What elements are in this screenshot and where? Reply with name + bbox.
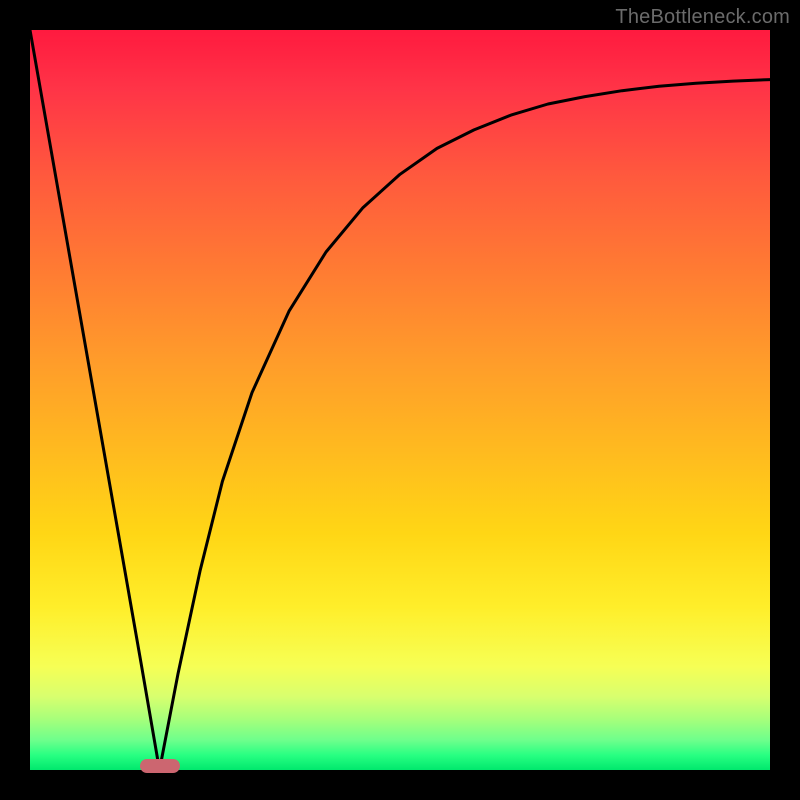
optimal-marker-pill xyxy=(140,759,180,773)
bottleneck-curve xyxy=(30,30,770,770)
watermark-text: TheBottleneck.com xyxy=(615,6,790,29)
plot-area xyxy=(30,30,770,770)
chart-frame: TheBottleneck.com xyxy=(0,0,800,800)
